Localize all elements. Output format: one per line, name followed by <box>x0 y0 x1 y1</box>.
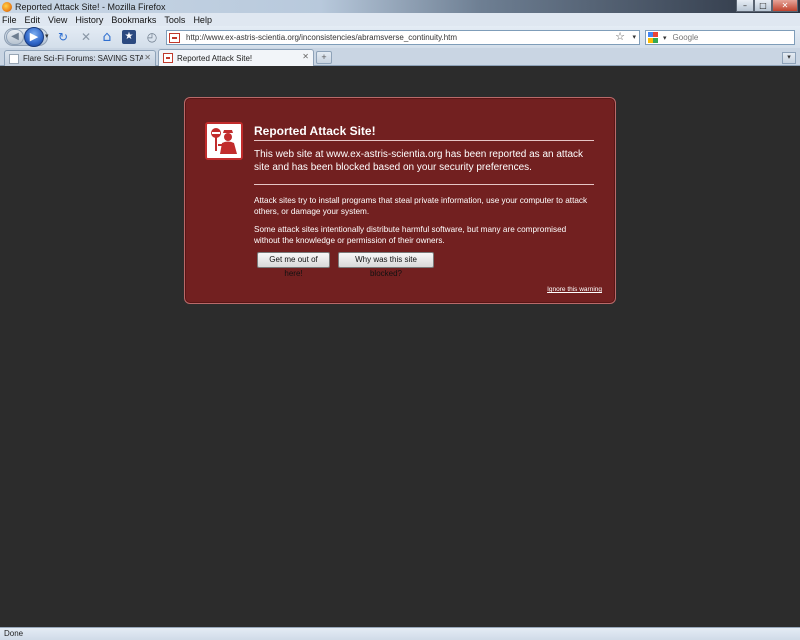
tab-label: Reported Attack Site! <box>177 53 253 63</box>
url-dropdown-icon[interactable]: ▾ <box>632 33 636 41</box>
menu-bookmarks[interactable]: Bookmarks <box>111 15 156 25</box>
new-tab-button[interactable]: + <box>316 51 332 64</box>
maximize-button[interactable]: □ <box>754 0 772 12</box>
stop-icon[interactable]: ✕ <box>79 30 93 44</box>
tab-bar: Flare Sci-Fi Forums: SAVING STAR T... ✕ … <box>0 48 800 66</box>
tab-label: Flare Sci-Fi Forums: SAVING STAR T... <box>23 54 143 63</box>
close-tab-icon[interactable]: ✕ <box>302 52 309 61</box>
error-long-description-1: Attack sites try to install programs tha… <box>254 196 588 216</box>
menu-history[interactable]: History <box>75 15 103 25</box>
title-divider <box>254 140 594 141</box>
menu-file[interactable]: File <box>2 15 17 25</box>
error-short-description: This web site at www.ex-astris-scientia.… <box>254 149 584 173</box>
close-window-button[interactable]: ✕ <box>772 0 798 12</box>
menu-edit[interactable]: Edit <box>25 15 41 25</box>
search-engine-dropdown-icon[interactable]: ▾ <box>663 34 667 42</box>
site-warning-favicon-icon <box>163 53 173 63</box>
get-me-out-button[interactable]: Get me out of here! <box>257 252 330 278</box>
search-input[interactable] <box>672 33 783 42</box>
page-favicon-icon <box>9 53 19 64</box>
ignore-warning-link[interactable]: Ignore this warning <box>547 286 602 293</box>
window-controls: – □ ✕ <box>736 0 798 12</box>
minimize-button[interactable]: – <box>736 0 754 12</box>
home-icon[interactable]: ⌂ <box>100 30 114 44</box>
tab-flare-forums[interactable]: Flare Sci-Fi Forums: SAVING STAR T... ✕ <box>4 50 156 66</box>
url-text[interactable]: http://www.ex-astris-scientia.org/incons… <box>186 33 457 42</box>
status-text: Done <box>4 629 24 638</box>
status-bar: Done <box>0 627 800 640</box>
bookmark-star-icon[interactable]: ★ <box>122 30 136 44</box>
site-warning-favicon-icon <box>169 32 180 43</box>
menu-bar: File Edit View History Bookmarks Tools H… <box>0 13 800 26</box>
history-dropdown-icon[interactable]: ▾ <box>45 32 49 40</box>
description-divider <box>254 184 594 185</box>
window-title: Reported Attack Site! - Mozilla Firefox <box>15 1 166 12</box>
search-bar[interactable]: ▾ <box>645 30 795 45</box>
why-blocked-button[interactable]: Why was this site blocked? <box>338 252 434 278</box>
menu-view[interactable]: View <box>48 15 67 25</box>
google-engine-icon[interactable] <box>648 32 662 43</box>
menu-tools[interactable]: Tools <box>164 15 185 25</box>
error-long-description-2: Some attack sites intentionally distribu… <box>254 225 567 245</box>
page-content: Reported Attack Site! This web site at w… <box>0 66 800 627</box>
error-page-container: Reported Attack Site! This web site at w… <box>184 97 616 304</box>
close-tab-icon[interactable]: ✕ <box>144 53 151 62</box>
bookmark-page-star-icon[interactable]: ☆ <box>615 31 625 44</box>
url-bar[interactable]: http://www.ex-astris-scientia.org/incons… <box>166 30 640 45</box>
tab-reported-attack-site[interactable]: Reported Attack Site! ✕ <box>158 49 314 66</box>
all-tabs-dropdown-icon[interactable]: ▾ <box>782 52 796 64</box>
police-officer-stop-icon <box>205 122 243 160</box>
history-clock-icon[interactable]: ◴ <box>145 30 159 44</box>
menu-help[interactable]: Help <box>193 15 212 25</box>
title-bar[interactable]: Reported Attack Site! - Mozilla Firefox … <box>0 0 800 13</box>
reload-icon[interactable]: ↻ <box>56 30 70 44</box>
back-button[interactable]: ◀ <box>6 29 24 45</box>
error-title: Reported Attack Site! <box>254 124 376 138</box>
forward-button[interactable]: ▶ <box>24 27 44 47</box>
firefox-icon[interactable] <box>2 1 12 12</box>
